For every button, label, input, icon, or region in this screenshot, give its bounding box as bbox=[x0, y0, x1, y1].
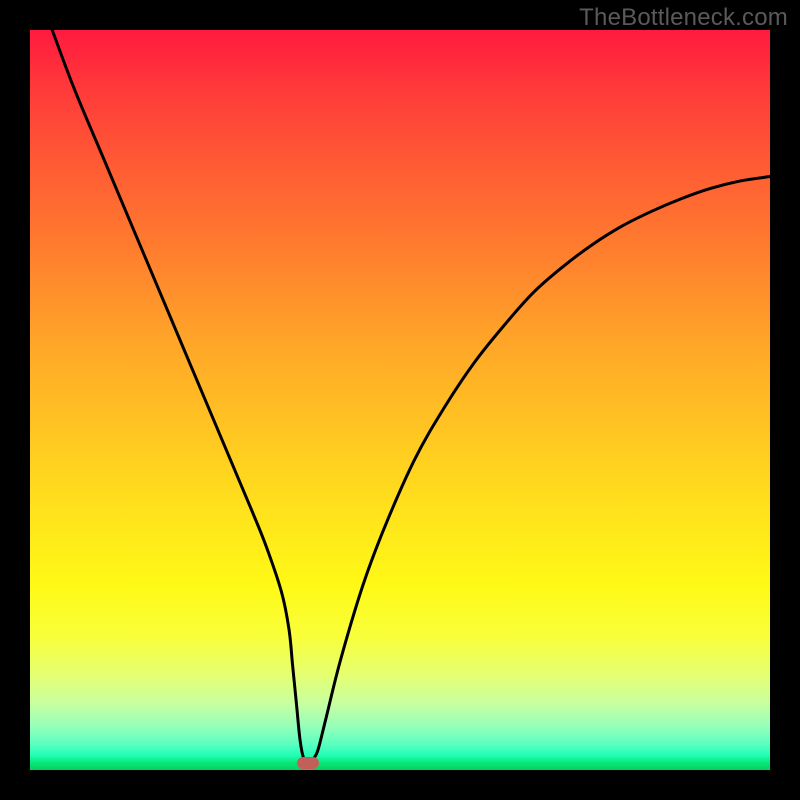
plot-area bbox=[30, 30, 770, 770]
watermark-text: TheBottleneck.com bbox=[579, 4, 788, 32]
bottleneck-curve bbox=[52, 30, 770, 763]
chart-frame: TheBottleneck.com bbox=[0, 0, 800, 800]
optimum-marker bbox=[297, 757, 319, 769]
curve-svg bbox=[30, 30, 770, 770]
